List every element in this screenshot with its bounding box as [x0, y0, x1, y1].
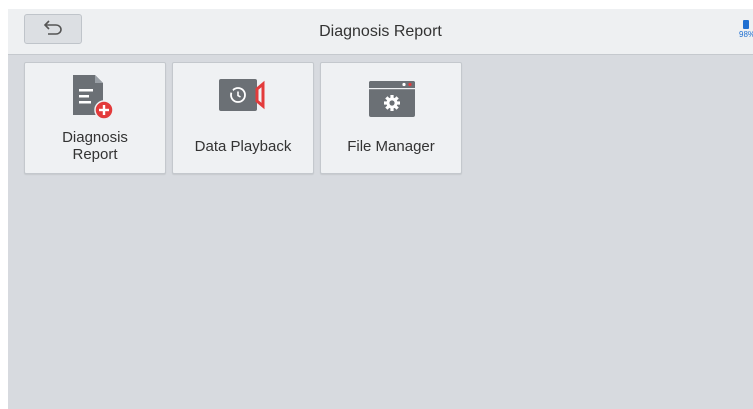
- tile-label: Data Playback: [194, 137, 292, 155]
- tile-label: File Manager: [347, 137, 435, 155]
- header-bar: Diagnosis Report 98%: [8, 9, 753, 55]
- report-add-icon: [71, 73, 121, 123]
- settings-window-icon: [367, 73, 417, 123]
- app-screen: Diagnosis Report 98% Diagnosis Report: [8, 9, 753, 409]
- video-playback-icon: [219, 73, 269, 123]
- page-title: Diagnosis Report: [319, 23, 442, 40]
- tile-file-manager[interactable]: File Manager: [320, 62, 462, 174]
- battery-icon: [743, 20, 749, 29]
- battery-indicator: 98%: [736, 20, 753, 46]
- tile-data-playback[interactable]: Data Playback: [172, 62, 314, 174]
- battery-level: 98%: [739, 30, 753, 39]
- tile-diagnosis-report[interactable]: Diagnosis Report: [24, 62, 166, 174]
- tile-label: Diagnosis Report: [62, 129, 128, 163]
